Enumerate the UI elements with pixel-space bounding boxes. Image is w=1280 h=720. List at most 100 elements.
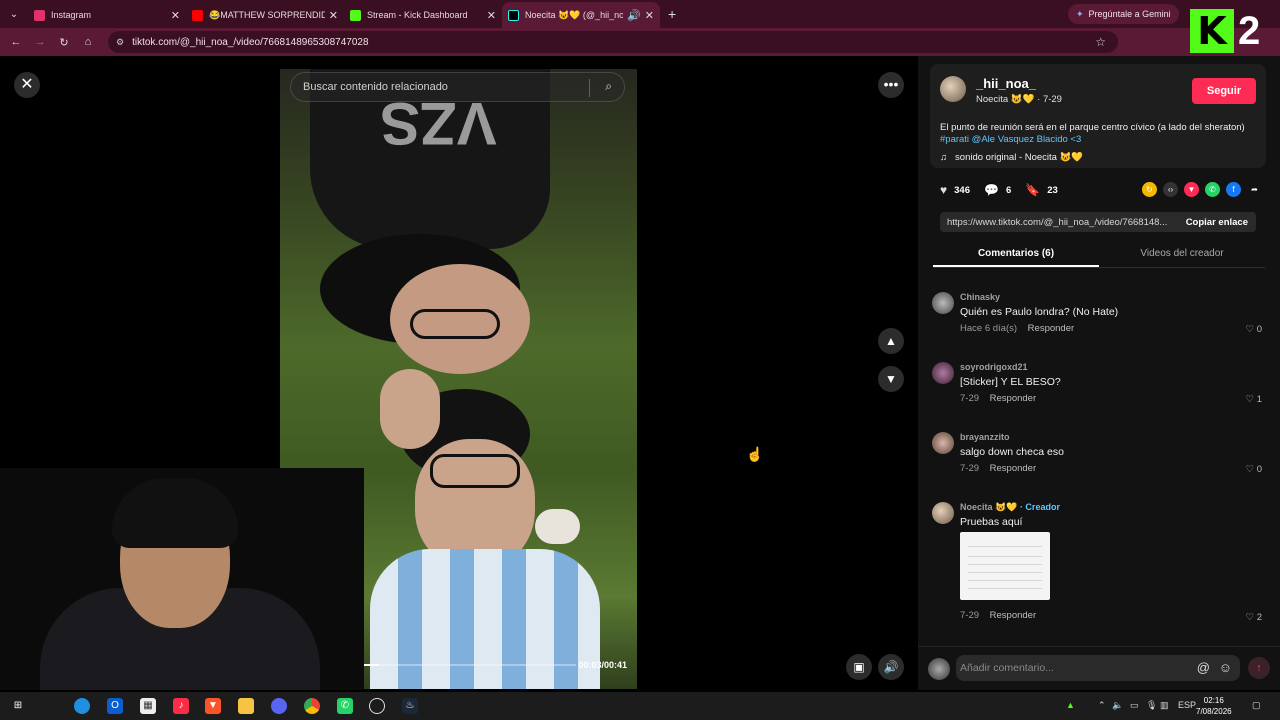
heart-icon[interactable]: ♥ [940,183,947,197]
search-icon[interactable]: ⌕ [605,79,612,94]
comment-icon[interactable]: 💬 [984,183,999,197]
description-tags[interactable]: #parati @Ale Vasquez Blacido <3 [940,134,1081,145]
tab-kick-dashboard[interactable]: Stream - Kick Dashboard ✕ [344,2,502,28]
embed-icon[interactable]: ‹› [1163,182,1178,197]
commenter-name[interactable]: Noecita 😺💛 · Creador [960,502,1060,513]
repost-icon[interactable]: ↻ [1142,182,1157,197]
add-comment-bar: Añadir comentario... @ ☺ ↑ [918,646,1280,690]
reply-button[interactable]: Responder [1028,323,1074,334]
send-comment-icon[interactable]: ↑ [1248,657,1270,679]
music-icon[interactable]: ♪ [173,698,189,714]
battery-icon[interactable]: ▭ [1130,700,1139,711]
author-avatar[interactable] [940,76,966,102]
tab-search-button[interactable]: ⌄ [0,0,28,28]
notification-icon[interactable]: ▢ [1252,700,1261,711]
close-tab-icon[interactable]: ✕ [487,9,496,22]
share-link-box[interactable]: https://www.tiktok.com/@_hii_noa_/video/… [940,212,1256,232]
speaker-tray-icon[interactable]: 🔈 [1112,700,1123,711]
reply-button[interactable]: Responder [990,393,1036,404]
commenter-avatar[interactable] [932,432,954,454]
whatsapp-taskbar-icon[interactable]: ✆ [337,698,353,714]
outlook-icon[interactable]: O [107,698,123,714]
facebook-icon[interactable]: f [1226,182,1241,197]
sound-link[interactable]: ♫ sonido original - Noecita 😺💛 [940,152,1083,163]
language-indicator[interactable]: ESP [1178,700,1196,710]
edge-icon[interactable] [74,698,90,714]
tab-comments[interactable]: Comentarios (6) [933,244,1099,267]
tab-youtube[interactable]: 😂MATTHEW SORPRENDIDO ✕ [186,2,344,28]
follow-button[interactable]: Seguir [1192,78,1256,104]
back-icon[interactable]: ← [4,36,28,48]
tab-instagram[interactable]: Instagram ✕ [28,2,186,28]
previous-video-icon[interactable]: ▲ [878,328,904,354]
brave-icon[interactable]: ▼ [205,698,221,714]
picture-in-picture-icon[interactable]: ▣ [846,654,872,680]
commenter-avatar[interactable] [932,292,954,314]
heart-outline-icon: ♡ [1245,612,1255,623]
chrome-icon[interactable] [304,698,320,714]
commenter-name[interactable]: Chinasky [960,292,1000,302]
new-tab-button[interactable]: + [668,6,676,22]
comment-input[interactable]: Añadir comentario... @ ☺ [956,655,1240,681]
file-explorer-icon[interactable] [238,698,254,714]
heart-outline-icon: ♡ [1245,324,1255,335]
obs-icon[interactable] [369,698,385,714]
more-options-icon[interactable]: ••• [878,72,904,98]
save-count: 23 [1047,184,1058,196]
discord-icon[interactable] [271,698,287,714]
reply-button[interactable]: Responder [990,463,1036,474]
tab-tiktok[interactable]: Noecita 😺💛 (@_hii_noa_ 🔊 ✕ [502,2,660,28]
comment-image[interactable] [960,532,1050,600]
close-icon[interactable]: ✕ [14,72,40,98]
comment-date: 7-29 [960,463,980,474]
comment-like[interactable]: ♡ 1 [1246,394,1262,405]
taskbar-clock[interactable]: 02:16 7/08/2026 [1196,695,1232,717]
steam-icon[interactable]: ♨ [402,698,418,714]
emoji-icon[interactable]: ☺ [1219,655,1232,681]
commenter-avatar[interactable] [932,502,954,524]
tab-title: Stream - Kick Dashboard [367,10,468,20]
comment-like[interactable]: ♡ 0 [1246,324,1262,335]
bookmark-star-icon[interactable]: ☆ [1095,35,1106,49]
url-field[interactable]: ⚙ tiktok.com/@_hii_noa_/video/7668148965… [108,31,1118,53]
copy-link-button[interactable]: Copiar enlace [1186,217,1248,228]
tab-title: Instagram [51,10,92,20]
comment-text: Quién es Paulo londra? (No Hate) [960,306,1119,318]
forward-icon[interactable]: → [28,36,52,48]
creator-name: Noecita 😺💛 [960,502,1018,512]
next-video-icon[interactable]: ▼ [878,366,904,392]
close-tab-icon[interactable]: ✕ [329,9,338,22]
tiktok-icon [508,9,519,21]
close-tab-icon[interactable]: ✕ [171,9,180,22]
commenter-avatar[interactable] [932,362,954,384]
close-tab-icon[interactable]: ✕ [645,9,654,22]
video-progress-bar[interactable] [364,664,576,666]
show-hidden-icons[interactable]: ⌃ [1098,700,1106,711]
audio-icon[interactable]: 🔊 [627,9,641,22]
whatsapp-icon[interactable]: ✆ [1205,182,1220,197]
mention-icon[interactable]: @ [1197,655,1210,681]
commenter-name[interactable]: brayanzzito [960,432,1010,442]
volume-icon[interactable]: 🔊 [878,654,904,680]
tab-creator-videos[interactable]: Videos del creador [1099,244,1265,267]
reply-button[interactable]: Responder [990,610,1036,621]
microphone-icon[interactable]: 🎙 [1146,700,1157,711]
windows-start-icon[interactable]: ⊞ [10,698,26,714]
post-info-card: _hii_noa_ Noecita 😺💛 · 7-29 Seguir El pu… [930,64,1266,168]
comment-like[interactable]: ♡ 0 [1246,464,1262,475]
reload-icon[interactable]: ↻ [52,36,76,49]
send-icon[interactable]: ▼ [1184,182,1199,197]
calendar-icon[interactable]: ▦ [140,698,156,714]
home-icon[interactable]: ⌂ [76,36,100,48]
gemini-button[interactable]: ✦ Pregúntale a Gemini [1068,4,1179,24]
kick-tray-icon[interactable]: ▲ [1066,700,1075,710]
bookmark-icon[interactable]: 🔖 [1025,183,1040,197]
author-username[interactable]: _hii_noa_ [976,76,1036,91]
network-icon[interactable]: ▥ [1160,700,1169,711]
commenter-name[interactable]: soyrodrigoxd21 [960,362,1028,372]
site-info-icon[interactable]: ⚙ [116,37,124,48]
related-search-input[interactable]: Buscar contenido relacionado ⌕ [290,72,625,102]
youtube-icon [192,9,203,21]
comment-like[interactable]: ♡ 2 [1246,612,1262,623]
share-arrow-icon[interactable]: ➦ [1247,182,1262,197]
